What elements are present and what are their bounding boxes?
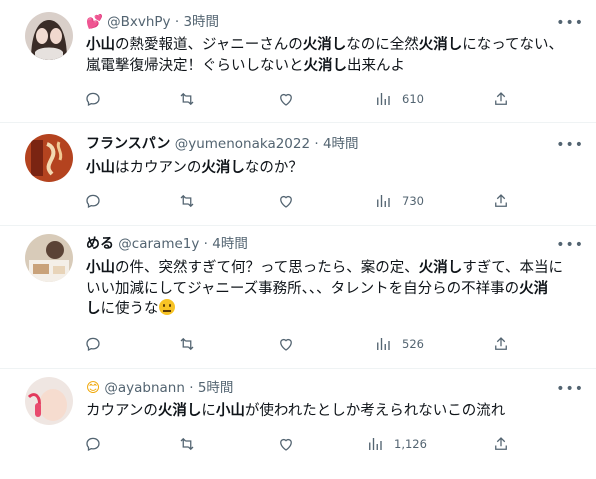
tweet-text: カウアンの火消しに小山が使われたとしか考えられないこの流れ [86,403,506,419]
retweet-icon [180,437,194,451]
retweet-button[interactable] [178,189,196,213]
share-icon [495,194,507,207]
tweet-card[interactable]: 💕 @BxvhPy · 3時間 ••• 小山の熱愛報道、ジャニーさんの火消しなの… [0,0,596,123]
avatar[interactable] [25,377,73,425]
reply-icon [86,194,100,209]
views-button[interactable]: 730 [374,189,424,213]
reply-icon [86,337,100,352]
confused-face-emoji [158,299,175,315]
share-icon [495,92,507,105]
views-button[interactable]: 526 [374,332,424,356]
like-button[interactable] [277,189,295,213]
reply-button[interactable] [84,432,102,456]
action-bar: 1,126 [78,432,518,456]
tweet-header: 💕 @BxvhPy · 3時間 [86,13,219,31]
like-icon [280,438,292,451]
retweet-button[interactable] [178,332,196,356]
more-dots-icon[interactable]: ••• [556,16,584,30]
avatar[interactable] [25,12,73,60]
handle[interactable]: @carame1y [118,236,199,252]
like-button[interactable] [277,87,295,111]
timestamp[interactable]: 4時間 [323,136,359,152]
view-count: 730 [402,194,424,208]
handle[interactable]: @yumenonaka2022 [175,136,310,152]
tweet-card[interactable]: フランスパン @yumenonaka2022 · 4時間 ••• 小山はカウアン… [0,123,596,226]
like-icon [280,93,292,106]
views-button[interactable]: 1,126 [366,432,427,456]
share-icon [495,337,507,350]
handle[interactable]: @ayabnann [104,380,185,396]
views-icon [377,195,390,207]
reply-button[interactable] [84,189,102,213]
share-button[interactable] [492,432,510,456]
reply-icon [86,437,100,452]
timestamp[interactable]: 5時間 [198,380,234,396]
views-icon [377,93,390,105]
more-dots-icon[interactable]: ••• [556,238,584,252]
timestamp[interactable]: 4時間 [212,236,248,252]
retweet-icon [180,194,194,208]
share-button[interactable] [492,332,510,356]
name-emoji: 💕 [86,14,103,30]
separator-dot: · [174,14,180,30]
separator-dot: · [189,380,194,396]
more-dots-icon[interactable]: ••• [556,138,584,152]
like-icon [280,195,292,208]
like-icon [280,338,292,351]
name-emoji: 😊 [86,380,101,396]
action-bar: 526 [78,332,518,356]
reply-icon [86,92,100,107]
like-button[interactable] [277,332,295,356]
avatar[interactable] [25,234,73,282]
retweet-icon [180,92,194,106]
avatar[interactable] [25,134,73,182]
retweet-button[interactable] [178,432,196,456]
views-icon [377,338,390,350]
tweet-card[interactable]: める @carame1y · 4時間 ••• 小山の件、突然すぎて何？って思った… [0,226,596,369]
share-icon [495,437,507,450]
tweet-text: 小山はカウアンの火消しなのか？ [86,160,303,176]
reply-button[interactable] [84,332,102,356]
share-button[interactable] [492,189,510,213]
handle[interactable]: @BxvhPy [107,14,170,30]
views-button[interactable]: 610 [374,87,424,111]
action-bar: 610 [78,87,518,111]
tweet-card[interactable]: 😊 @ayabnann · 5時間 ••• カウアンの火消しに小山が使われたとし… [0,369,596,479]
tweet-text: 小山の件、突然すぎて何？って思ったら、案の定、火消しすぎて、本当に いい加減にして… [86,260,564,317]
share-button[interactable] [492,87,510,111]
timestamp[interactable]: 3時間 [183,14,219,30]
tweet-header: 😊 @ayabnann · 5時間 [86,379,233,397]
separator-dot: · [314,136,319,152]
tweet-feed: 💕 @BxvhPy · 3時間 ••• 小山の熱愛報道、ジャニーさんの火消しなの… [0,0,596,479]
display-name[interactable]: フランスパン [86,136,170,152]
tweet-text: 小山の熱愛報道、ジャニーさんの火消しなのに全然火消しになってない、 嵐電撃復帰決定… [86,37,564,74]
view-count: 1,126 [394,437,427,451]
display-name[interactable]: める [86,236,114,252]
tweet-header: める @carame1y · 4時間 [86,235,248,253]
view-count: 610 [402,92,424,106]
retweet-button[interactable] [178,87,196,111]
like-button[interactable] [277,432,295,456]
retweet-icon [180,337,194,351]
views-icon [369,438,382,450]
action-bar: 730 [78,189,518,213]
reply-button[interactable] [84,87,102,111]
separator-dot: · [203,236,208,252]
more-dots-icon[interactable]: ••• [556,382,584,396]
tweet-header: フランスパン @yumenonaka2022 · 4時間 [86,135,359,153]
view-count: 526 [402,337,424,351]
